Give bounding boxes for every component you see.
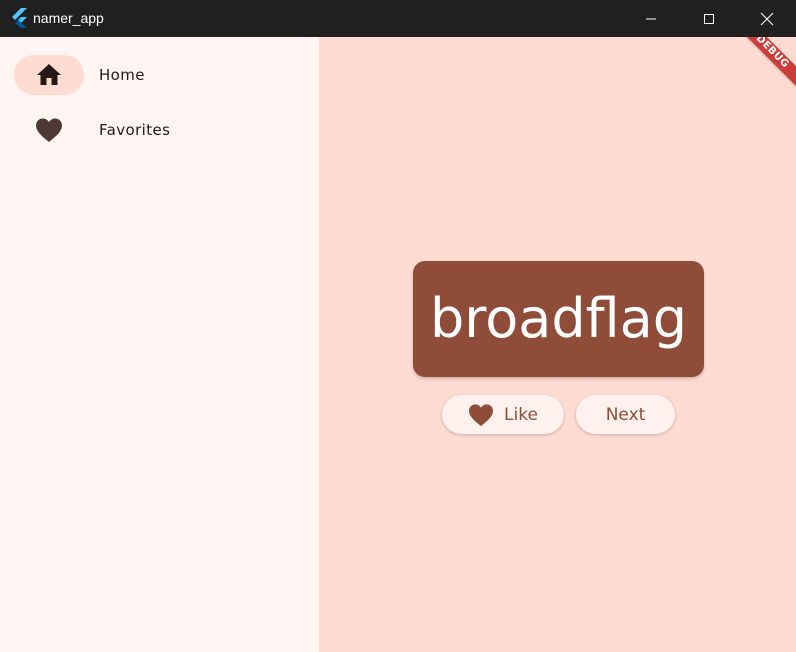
- debug-banner: DEBUG: [724, 37, 796, 100]
- navigation-rail: Home Favorites: [0, 37, 319, 652]
- nav-label-home: Home: [99, 66, 145, 84]
- nav-item-home[interactable]: Home: [0, 51, 319, 99]
- generator-page: DEBUG broadflag Like Next: [319, 37, 796, 652]
- minimize-button[interactable]: [622, 0, 680, 37]
- like-button-label: Like: [504, 404, 538, 425]
- word-pair-text: broadflag: [429, 287, 688, 350]
- nav-label-favorites: Favorites: [99, 121, 171, 139]
- next-button-label: Next: [605, 404, 646, 425]
- home-icon: [37, 64, 61, 85]
- like-button[interactable]: Like: [442, 395, 564, 434]
- nav-indicator: [14, 110, 84, 150]
- heart-icon: [468, 403, 494, 427]
- window-title: namer_app: [33, 10, 104, 26]
- app-content: Home Favorites DEBUG broadflag Like Next: [0, 37, 796, 652]
- title-bar: namer_app: [0, 0, 796, 37]
- next-button[interactable]: Next: [576, 395, 675, 434]
- maximize-icon: [704, 13, 714, 24]
- minimize-icon: [646, 18, 656, 19]
- nav-item-favorites[interactable]: Favorites: [0, 106, 319, 154]
- nav-selected-indicator: [14, 55, 84, 95]
- word-pair-card: broadflag: [413, 261, 704, 377]
- close-button[interactable]: [738, 0, 796, 37]
- heart-icon: [36, 118, 62, 142]
- maximize-button[interactable]: [680, 0, 738, 37]
- flutter-logo-icon: [10, 8, 28, 28]
- close-icon: [760, 12, 774, 25]
